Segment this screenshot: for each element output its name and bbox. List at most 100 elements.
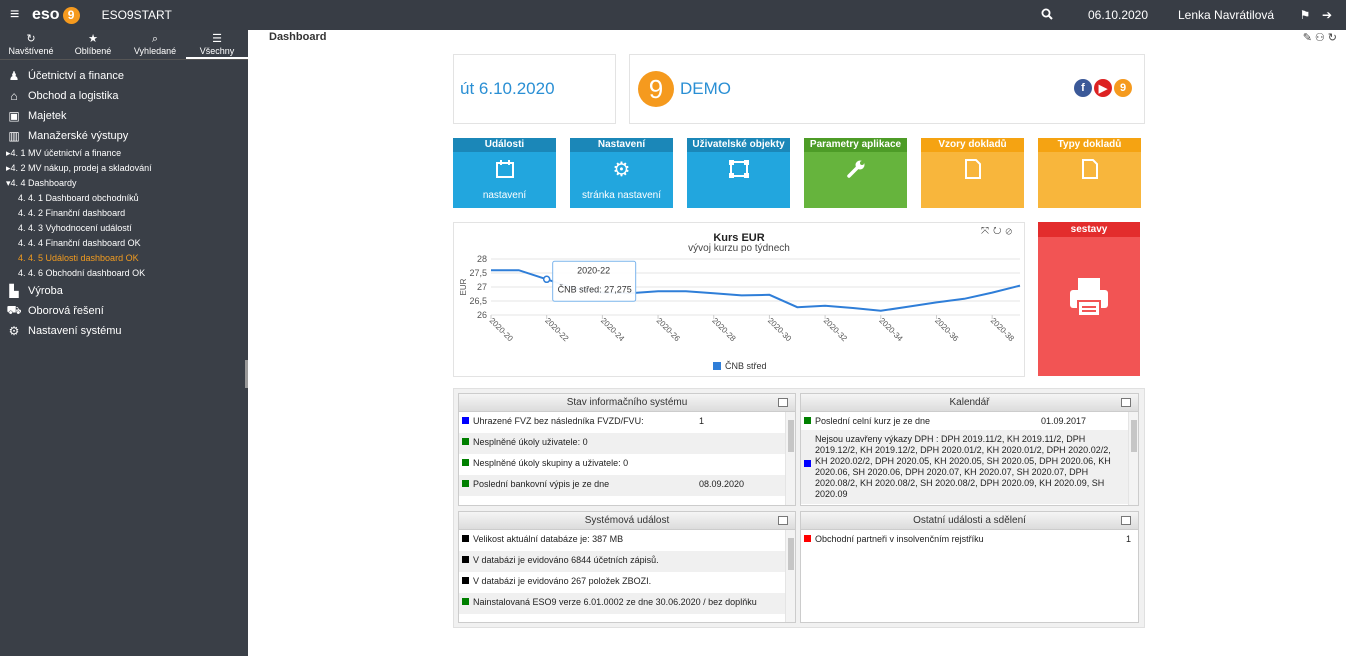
minimize-icon[interactable] bbox=[1121, 398, 1131, 407]
hamburger-menu-icon[interactable]: ≡ bbox=[10, 7, 24, 23]
panel-ostatni-udalosti: Ostatní události a sdělení Obchodní part… bbox=[800, 511, 1139, 623]
tile-vzory-dokladu[interactable]: Vzory dokladů bbox=[921, 138, 1024, 208]
y-tick-label: 27 bbox=[477, 282, 487, 292]
menu-obchodni-dashboard-ok[interactable]: 4. 4. 6 Obchodní dashboard OK bbox=[0, 266, 248, 281]
list-item[interactable]: Uhrazené FVZ bez následníka FVZD/FVU: 1 bbox=[459, 412, 795, 433]
list-item[interactable]: Poslední celní kurz je ze dne 01.09.2017 bbox=[801, 412, 1138, 430]
status-square bbox=[462, 438, 469, 445]
edit-icon[interactable]: ✎ bbox=[1303, 32, 1315, 44]
y-tick-label: 26,5 bbox=[469, 296, 487, 306]
data-point-highlight bbox=[542, 275, 551, 284]
panel-header: Kalendář bbox=[801, 394, 1138, 412]
flag-icon[interactable]: ⚑ bbox=[1294, 8, 1316, 22]
tab-label: Navštívené bbox=[8, 46, 54, 56]
scroll-thumb[interactable] bbox=[788, 538, 794, 570]
document-icon bbox=[921, 152, 1024, 186]
x-tick-label: 2020-30 bbox=[766, 316, 794, 344]
panel-rows: Uhrazené FVZ bez následníka FVZD/FVU: 1 N… bbox=[459, 412, 795, 505]
eso9-logo[interactable]: eso 9 bbox=[32, 6, 80, 24]
menu-vyhodnoceni-udalosti[interactable]: 4. 4. 3 Vyhodnocení událostí bbox=[0, 221, 248, 236]
scrollbar[interactable] bbox=[785, 530, 795, 622]
scrollbar[interactable] bbox=[1128, 412, 1138, 505]
menu-financni-dashboard[interactable]: 4. 4. 2 Finanční dashboard bbox=[0, 206, 248, 221]
menu-manazerske[interactable]: ▥ Manažerské výstupy bbox=[0, 126, 248, 146]
menu-udalosti-dashboard-ok[interactable]: 4. 4. 5 Události dashboard OK bbox=[0, 251, 248, 266]
scroll-thumb[interactable] bbox=[788, 420, 794, 452]
date-box-text: út 6.10.2020 bbox=[460, 79, 555, 98]
list-item[interactable]: Velikost aktuální databáze je: 387 MB bbox=[459, 530, 795, 551]
tile-uzivatelske-objekty[interactable]: Uživatelské objekty bbox=[687, 138, 790, 208]
list-item[interactable]: Obchodní partneři v insolvenčním rejstří… bbox=[801, 530, 1138, 551]
status-square bbox=[462, 577, 469, 584]
tab-navstivene[interactable]: ↻ Navštívené bbox=[0, 30, 62, 59]
list-item[interactable]: V databázi je evidováno 267 položek ZBOZ… bbox=[459, 572, 795, 593]
menu-dashboard-obchodniku[interactable]: 4. 4. 1 Dashboard obchodníků bbox=[0, 191, 248, 206]
tile-footer bbox=[687, 186, 790, 208]
minimize-icon[interactable] bbox=[778, 516, 788, 525]
status-square bbox=[804, 417, 811, 424]
menu-obchod[interactable]: ⌂ Obchod a logistika bbox=[0, 86, 248, 106]
legend-swatch bbox=[713, 362, 721, 370]
scroll-thumb[interactable] bbox=[1131, 420, 1137, 452]
wrench-icon bbox=[804, 152, 907, 186]
minimize-icon[interactable] bbox=[778, 398, 788, 407]
shop-icon: ⌂ bbox=[10, 89, 18, 103]
menu-label: Manažerské výstupy bbox=[28, 130, 129, 142]
x-tick-label: 2020-32 bbox=[822, 316, 850, 344]
list-item[interactable]: Nejsou uzavřeny výkazy DPH : DPH 2019.11… bbox=[801, 430, 1138, 504]
list-item[interactable]: Nesplněné úkoly uživatele: 0 bbox=[459, 433, 795, 454]
tile-header: Typy dokladů bbox=[1038, 138, 1141, 152]
scrollbar[interactable] bbox=[785, 412, 795, 505]
list-item[interactable]: Nainstalovaná ESO9 verze 6.01.0002 ze dn… bbox=[459, 593, 795, 614]
objects-icon bbox=[687, 152, 790, 186]
youtube-icon[interactable]: ▶ bbox=[1094, 79, 1112, 97]
menu-label: Účetnictví a finance bbox=[28, 70, 124, 82]
menu-nastaveni-systemu[interactable]: ⚙ Nastavení systému bbox=[0, 321, 248, 341]
row-value: 1 bbox=[699, 416, 705, 426]
menu-mv-ucetnictvi[interactable]: ▸4. 1 MV účetnictví a finance bbox=[0, 146, 248, 161]
row-value: 08.09.2020 bbox=[699, 479, 745, 489]
refresh-icon[interactable]: ↻ bbox=[1328, 32, 1340, 44]
list-item[interactable]: Poslední bankovní výpis je ze dne 08.09.2… bbox=[459, 475, 795, 496]
eso9-icon[interactable]: 9 bbox=[1114, 79, 1132, 97]
user-name[interactable]: Lenka Navrátilová bbox=[1178, 8, 1294, 22]
menu-majetek[interactable]: ▣ Majetek bbox=[0, 106, 248, 126]
menu-label: Výroba bbox=[28, 285, 63, 297]
facebook-icon[interactable]: f bbox=[1074, 79, 1092, 97]
tab-label: Vyhledané bbox=[133, 46, 177, 56]
date-box: út 6.10.2020 bbox=[453, 54, 616, 124]
menu-mv-nakup[interactable]: ▸4. 2 MV nákup, prodej a skladování bbox=[0, 161, 248, 176]
user-settings-icon[interactable]: ⚇ bbox=[1315, 32, 1328, 44]
menu-vyroba[interactable]: ▙ Výroba bbox=[0, 281, 248, 301]
document-icon bbox=[1038, 152, 1141, 186]
x-tick-label: 2020-28 bbox=[710, 316, 738, 344]
menu-financni-dashboard-ok[interactable]: 4. 4. 4 Finanční dashboard OK bbox=[0, 236, 248, 251]
row-text: Obchodní partneři v insolvenčním rejstří… bbox=[815, 534, 984, 544]
menu-ucetnictvi[interactable]: ♟ Účetnictví a finance bbox=[0, 66, 248, 86]
history-icon: ↻ bbox=[26, 33, 36, 45]
tile-sestavy[interactable]: sestavy bbox=[1038, 222, 1140, 376]
tile-typy-dokladu[interactable]: Typy dokladů bbox=[1038, 138, 1141, 208]
tile-nastaveni[interactable]: Nastavení ⚙ stránka nastavení bbox=[570, 138, 673, 208]
tile-udalosti[interactable]: Události nastavení bbox=[453, 138, 556, 208]
panel-rows: Velikost aktuální databáze je: 387 MB V … bbox=[459, 530, 795, 622]
logout-icon[interactable]: ➔ bbox=[1316, 8, 1338, 22]
tab-vsechny[interactable]: ☰ Všechny bbox=[186, 30, 248, 59]
tab-label: Všechny bbox=[199, 46, 235, 56]
tab-vyhledane[interactable]: ⌕ Vyhledané bbox=[124, 30, 186, 59]
row-text: Nejsou uzavřeny výkazy DPH : DPH 2019.11… bbox=[815, 434, 1111, 499]
panel-header: Systémová událost bbox=[459, 512, 795, 530]
menu-oborova[interactable]: ⛟ Oborová řešení bbox=[0, 301, 248, 321]
tile-parametry-aplikace[interactable]: Parametry aplikace bbox=[804, 138, 907, 208]
sidebar: ↻ Navštívené ★ Oblíbené ⌕ Vyhledané ☰ Všechn… bbox=[0, 30, 248, 656]
list-item[interactable]: V databázi je evidováno 6844 účetních zá… bbox=[459, 551, 795, 572]
status-square bbox=[804, 460, 811, 467]
search-icon[interactable] bbox=[1036, 8, 1058, 23]
tile-footer: stránka nastavení bbox=[582, 190, 661, 201]
minimize-icon[interactable] bbox=[1121, 516, 1131, 525]
list-item[interactable]: Nesplněné úkoly skupiny a uživatele: 0 bbox=[459, 454, 795, 475]
row-text: Poslední bankovní výpis je ze dne bbox=[473, 479, 610, 489]
current-date: 06.10.2020 bbox=[1087, 8, 1149, 22]
menu-dashboardy[interactable]: ▾4. 4 Dashboardy bbox=[0, 176, 248, 191]
tab-oblibene[interactable]: ★ Oblíbené bbox=[62, 30, 124, 59]
